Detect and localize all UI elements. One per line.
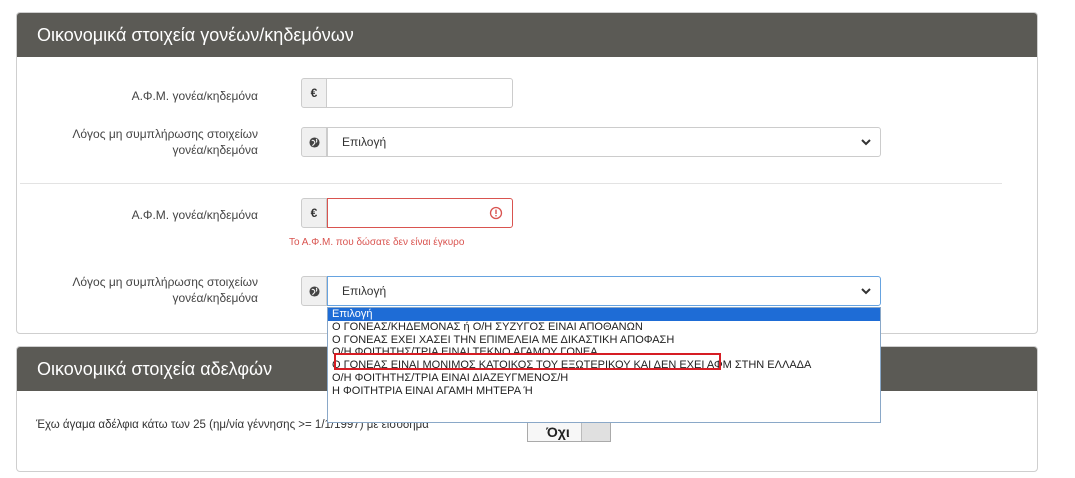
siblings-toggle[interactable]: Όχι	[527, 422, 611, 442]
guardian2-reason-value: Επιλογή	[342, 284, 387, 298]
guardian1-reason-label-line2: γονέα/κηδεμόνα	[172, 143, 258, 157]
highlight-box	[334, 353, 721, 370]
dropdown-option[interactable]: Ο ΓΟΝΕΑΣ/ΚΗΔΕΜΟΝΑΣ ή Ο/Η ΣΥΖΥΓΟΣ ΕΙΝΑΙ Α…	[328, 321, 880, 334]
guardian1-afm-label: Α.Φ.Μ. γονέα/κηδεμόνα	[131, 89, 258, 103]
section-divider	[20, 183, 1002, 184]
guardian1-reason-label: Λόγος μη συμπλήρωσης στοιχείων γονέα/κηδ…	[40, 126, 258, 158]
afm-error-message: Το Α.Φ.Μ. που δώσατε δεν είναι έγκυρο	[289, 237, 465, 248]
guardian2-reason-select[interactable]: Επιλογή	[327, 276, 881, 306]
globe-icon	[301, 276, 327, 306]
chevron-down-icon	[861, 288, 871, 295]
guardian1-reason-label-line1: Λόγος μη συμπλήρωσης στοιχείων	[72, 127, 258, 141]
siblings-toggle-value: Όχι	[546, 424, 570, 440]
guardian1-reason-select[interactable]: Επιλογή	[327, 127, 881, 157]
dropdown-option[interactable]: Η ΦΟΙΤΗΤΡΙΑ ΕΙΝΑΙ ΑΓΑΜΗ ΜΗΤΕΡΑ Ή	[328, 385, 880, 398]
parents-panel-title: Οικονομικά στοιχεία γονέων/κηδεμόνων	[17, 13, 1037, 57]
guardian2-reason-label: Λόγος μη συμπλήρωσης στοιχείων γονέα/κηδ…	[40, 274, 258, 306]
guardian2-afm-label: Α.Φ.Μ. γονέα/κηδεμόνα	[131, 208, 258, 222]
guardian2-reason-label-line2: γονέα/κηδεμόνα	[172, 291, 258, 305]
guardian1-reason-value: Επιλογή	[342, 135, 387, 149]
dropdown-option[interactable]: Επιλογή	[328, 308, 880, 321]
globe-icon	[301, 127, 327, 157]
guardian2-afm-input[interactable]	[327, 198, 513, 228]
guardian2-afm-euro-icon: €	[301, 198, 327, 228]
error-icon	[489, 206, 503, 220]
toggle-knob[interactable]	[581, 423, 610, 441]
guardian1-afm-euro-icon: €	[301, 78, 327, 108]
dropdown-option[interactable]: Ο/Η ΦΟΙΤΗΤΗΣ/ΤΡΙΑ ΕΙΝΑΙ ΔΙΑΖΕΥΓΜΕΝΟΣ/Η	[328, 372, 880, 385]
guardian2-reason-label-line1: Λόγος μη συμπλήρωσης στοιχείων	[72, 275, 258, 289]
chevron-down-icon	[861, 139, 871, 146]
dropdown-option[interactable]: Ο ΓΟΝΕΑΣ ΕΧΕΙ ΧΑΣΕΙ ΤΗΝ ΕΠΙΜΕΛΕΙΑ ΜΕ ΔΙΚ…	[328, 334, 880, 347]
guardian1-afm-input[interactable]	[327, 78, 513, 108]
